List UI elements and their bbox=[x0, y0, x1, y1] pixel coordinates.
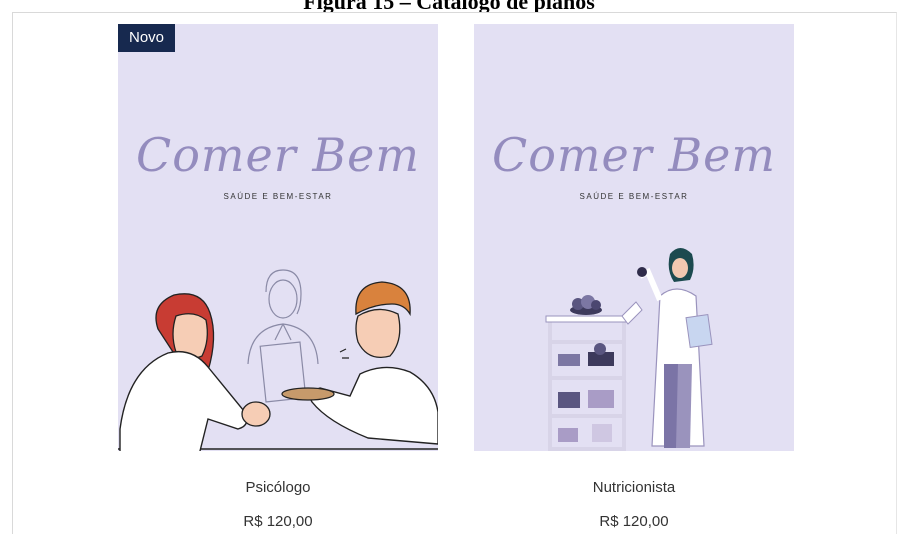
brand-title: Comer Bem bbox=[136, 128, 420, 182]
product-price: R$ 120,00 bbox=[243, 513, 313, 530]
product-card-nutricionista[interactable]: Comer Bem SAÚDE E BEM-ESTAR Nutricionist… bbox=[474, 24, 794, 530]
nutritionist-illustration bbox=[545, 248, 713, 451]
product-price: R$ 120,00 bbox=[599, 513, 669, 530]
psychologist-session-illustration bbox=[118, 269, 438, 451]
brand-title: Comer Bem bbox=[492, 128, 776, 182]
product-name[interactable]: Nutricionista bbox=[474, 479, 794, 496]
brand-tagline: SAÚDE E BEM-ESTAR bbox=[579, 192, 689, 201]
brand-tagline: SAÚDE E BEM-ESTAR bbox=[223, 192, 333, 201]
product-name[interactable]: Psicólogo bbox=[118, 479, 438, 496]
product-cover-image[interactable]: Comer Bem SAÚDE E BEM-ESTAR bbox=[474, 24, 794, 451]
new-badge: Novo bbox=[118, 24, 176, 52]
product-cover-image[interactable]: Novo Comer Bem SAÚDE E BEM-ESTAR bbox=[118, 24, 438, 451]
product-card-psicologo[interactable]: Novo Comer Bem SAÚDE E BEM-ESTAR Psicólo… bbox=[118, 24, 438, 530]
